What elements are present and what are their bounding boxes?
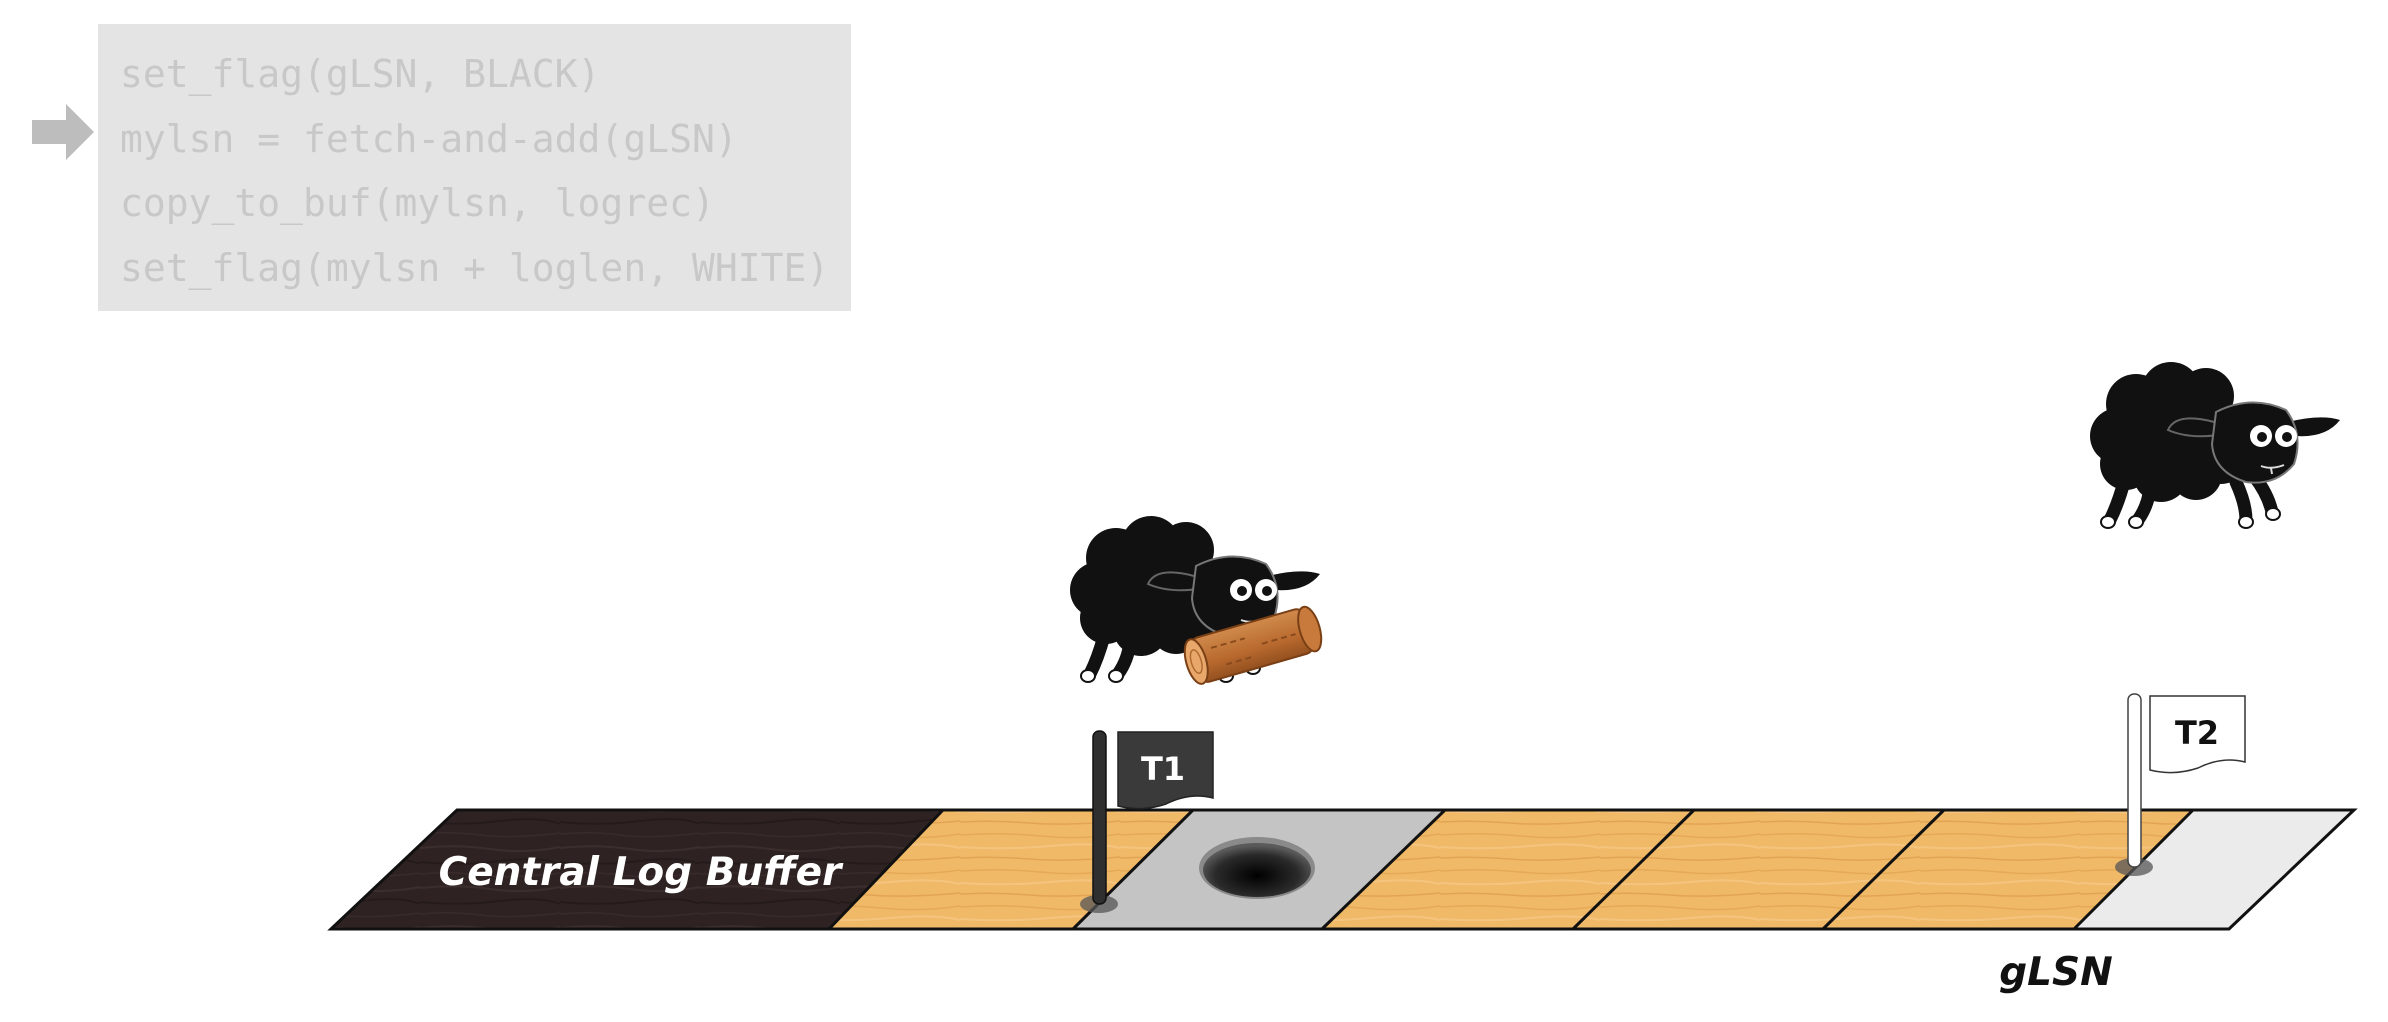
hole-icon	[1199, 837, 1315, 899]
buffer-label: Central Log Buffer	[439, 850, 845, 895]
flag-label-t1: T1	[1141, 750, 1185, 788]
log-buffer-diagram: Central Log Buffer gLSN T1 T2	[327, 0, 2358, 995]
sheep-icon	[2090, 362, 2340, 528]
glsn-label: gLSN	[1999, 950, 2113, 995]
flag-label-t2: T2	[2175, 714, 2219, 752]
